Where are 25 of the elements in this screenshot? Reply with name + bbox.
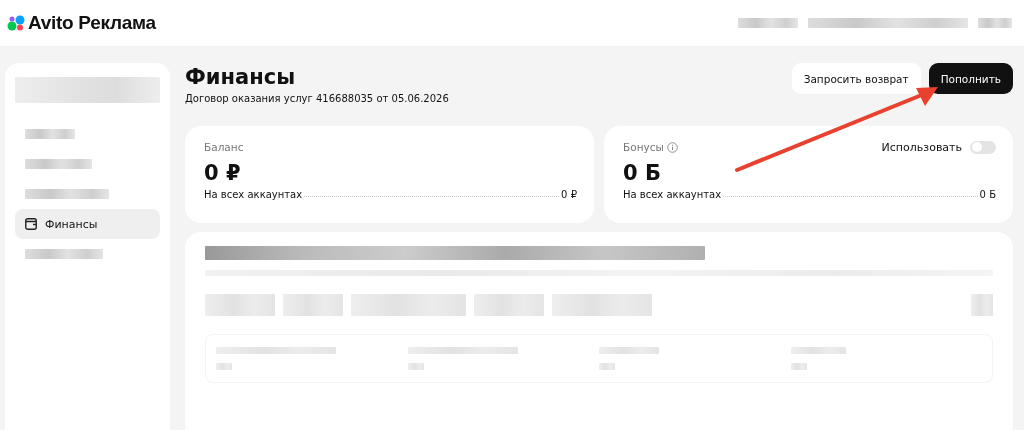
sidebar-item[interactable]: Финансы: [15, 209, 160, 239]
refund-button[interactable]: Запросить возврат: [791, 63, 921, 94]
row-value: 0 Б: [979, 189, 996, 200]
blurred-text: [283, 294, 343, 316]
info-icon[interactable]: [666, 141, 678, 153]
contract-text: Договор оказания услуг 416688035 от 05.06.2026: [185, 93, 449, 104]
wallet-icon: [25, 218, 37, 230]
blurred-text: [978, 18, 1012, 28]
page-title: Финансы: [185, 65, 297, 89]
amount-value: 0 ₽: [204, 161, 242, 185]
toggle-label: Использовать: [881, 140, 962, 154]
blurred-text: [474, 294, 544, 316]
row-value: 0 ₽: [561, 189, 577, 200]
amount-value: 0 Б: [623, 161, 662, 185]
blurred-text: [738, 18, 798, 28]
logo-text: Avito Реклама: [28, 12, 156, 34]
use-bonus-toggle[interactable]: [970, 140, 996, 154]
row-label: На всех аккаунтах: [204, 189, 303, 200]
blurred-text: [971, 294, 993, 316]
blurred-text: [205, 294, 275, 316]
top-up-button[interactable]: Пополнить: [928, 63, 1013, 94]
logo-icon: [7, 15, 27, 31]
row-label: На всех аккаунтах: [623, 189, 722, 200]
card-title: Бонусы: [623, 141, 664, 153]
card-title: Баланс: [204, 141, 244, 153]
